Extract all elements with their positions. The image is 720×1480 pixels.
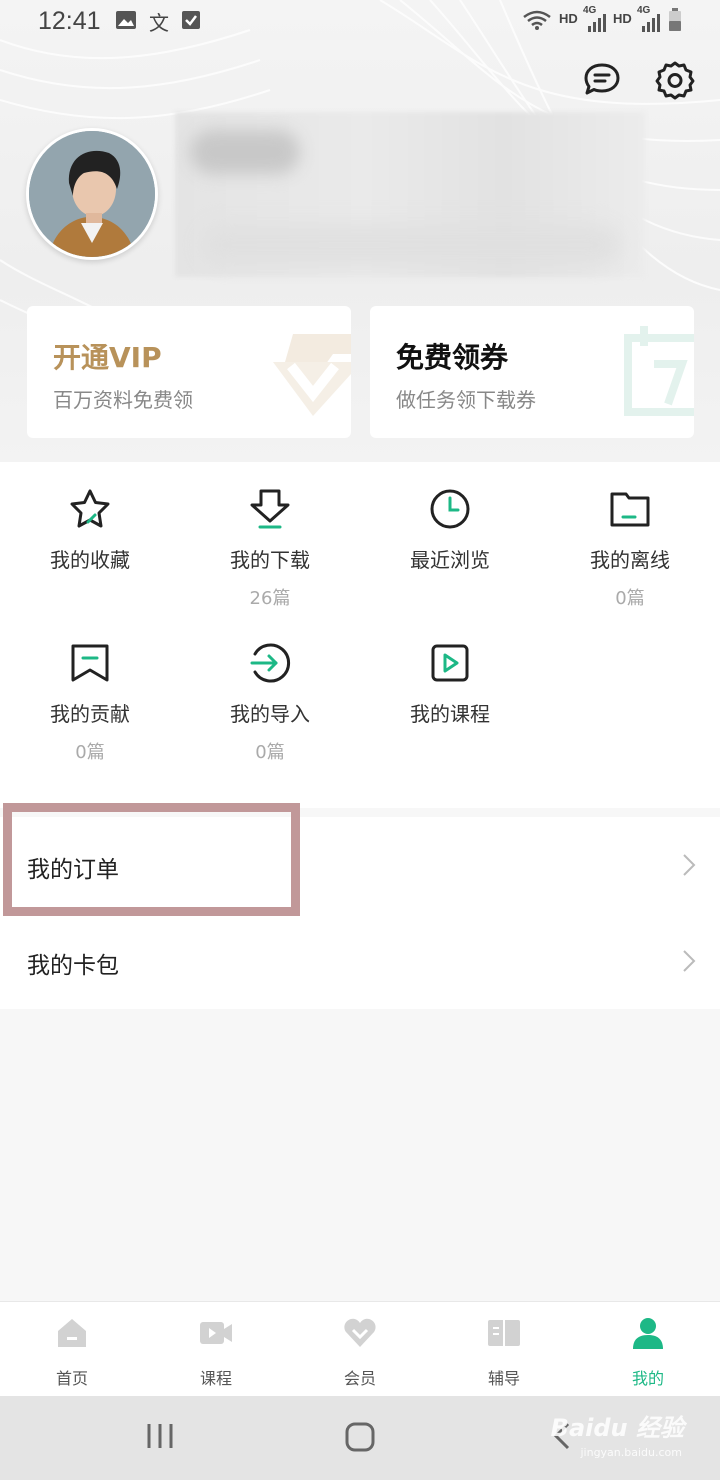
calendar-7-icon [624, 326, 694, 416]
grid-label: 我的离线 [590, 548, 670, 572]
grid-count: 0篇 [75, 742, 105, 763]
vip-card[interactable]: 开通VIP 百万资料免费领 [27, 306, 351, 438]
vip-card-title: 开通VIP [53, 341, 162, 374]
watermark-url: jingyan.baidu.com [580, 1446, 682, 1459]
tab-home[interactable]: 首页 [0, 1302, 144, 1397]
list-item-label: 我的卡包 [27, 953, 119, 979]
grid-count: 0篇 [255, 742, 285, 763]
vip-diamond-icon [273, 334, 351, 416]
video-icon [200, 1322, 232, 1344]
tab-me[interactable]: 我的 [576, 1302, 720, 1397]
list-item-card-wallet[interactable]: 我的卡包 [0, 913, 720, 1009]
tab-label: 课程 [199, 1369, 232, 1388]
grid-label: 我的下载 [230, 548, 310, 572]
tab-courses[interactable]: 课程 [144, 1302, 288, 1397]
vip-card-subtitle: 百万资料免费领 [53, 388, 193, 412]
grid-label: 最近浏览 [410, 548, 490, 572]
grid-label: 我的贡献 [50, 702, 130, 726]
signal-icon-2 [642, 14, 660, 32]
grid-item-favorites[interactable]: 我的收藏 [0, 462, 180, 612]
coupon-card[interactable]: 免费领券 做任务领下载券 [370, 306, 694, 438]
grid-item-offline[interactable]: 我的离线 0篇 [540, 462, 720, 612]
watermark: Baidu 经验 [550, 1414, 684, 1442]
network-label-2: HD [613, 11, 632, 26]
star-icon [70, 489, 110, 528]
grid-item-contributions[interactable]: 我的贡献 0篇 [0, 616, 180, 766]
status-time: 12:41 [38, 7, 101, 35]
battery-icon [669, 8, 681, 31]
vip-heart-icon [344, 1318, 376, 1347]
wifi-icon [523, 10, 551, 30]
network-label-1: HD [559, 11, 578, 26]
grid-count: 26篇 [249, 588, 291, 609]
avatar[interactable] [26, 128, 158, 260]
grid-count: 0篇 [615, 588, 645, 609]
tab-label: 我的 [631, 1369, 664, 1388]
home-icon [58, 1319, 86, 1347]
chevron-right-icon [683, 854, 696, 876]
tab-vip[interactable]: 会员 [288, 1302, 432, 1397]
grid-label: 我的导入 [230, 702, 310, 726]
home-button-icon[interactable] [344, 1421, 376, 1453]
folder-icon [610, 492, 650, 527]
grid-item-courses[interactable]: 我的课程 [360, 616, 540, 766]
recent-apps-icon[interactable] [145, 1422, 175, 1450]
coupon-card-title: 免费领券 [396, 341, 509, 374]
message-icon[interactable] [582, 60, 622, 100]
check-icon [182, 11, 200, 29]
book-icon [488, 1320, 520, 1346]
chevron-right-icon [683, 950, 696, 972]
status-bar: 12:41 文 HD 4G HD 4G [0, 0, 720, 42]
bottom-tab-bar: 首页 课程 会员 辅导 我的 [0, 1301, 720, 1396]
coupon-card-subtitle: 做任务领下载券 [396, 388, 536, 412]
grid-item-recent[interactable]: 最近浏览 [360, 462, 540, 612]
grid-label: 我的收藏 [50, 548, 130, 572]
grid-label: 我的课程 [410, 702, 490, 726]
function-grid: 我的收藏 我的下载 26篇 最近浏览 我的离线 0篇 我的贡献 0篇 我的导入 … [0, 462, 720, 808]
tab-tutoring[interactable]: 辅导 [432, 1302, 576, 1397]
text-icon: 文 [149, 13, 169, 35]
import-icon [250, 643, 291, 683]
tab-label: 会员 [343, 1369, 376, 1388]
blurred-username [190, 130, 300, 174]
tab-label: 首页 [55, 1369, 88, 1388]
highlight-box [3, 803, 300, 916]
image-icon [116, 11, 136, 29]
download-icon [250, 489, 290, 529]
grid-item-imports[interactable]: 我的导入 0篇 [180, 616, 360, 766]
blurred-details [200, 225, 620, 265]
tab-label: 辅导 [487, 1369, 520, 1388]
grid-item-downloads[interactable]: 我的下载 26篇 [180, 462, 360, 612]
play-icon [431, 644, 469, 682]
bookmark-icon [71, 644, 109, 682]
settings-icon[interactable] [655, 60, 695, 100]
signal-icon [588, 14, 606, 32]
clock-icon [430, 489, 470, 529]
person-icon [633, 1318, 663, 1349]
